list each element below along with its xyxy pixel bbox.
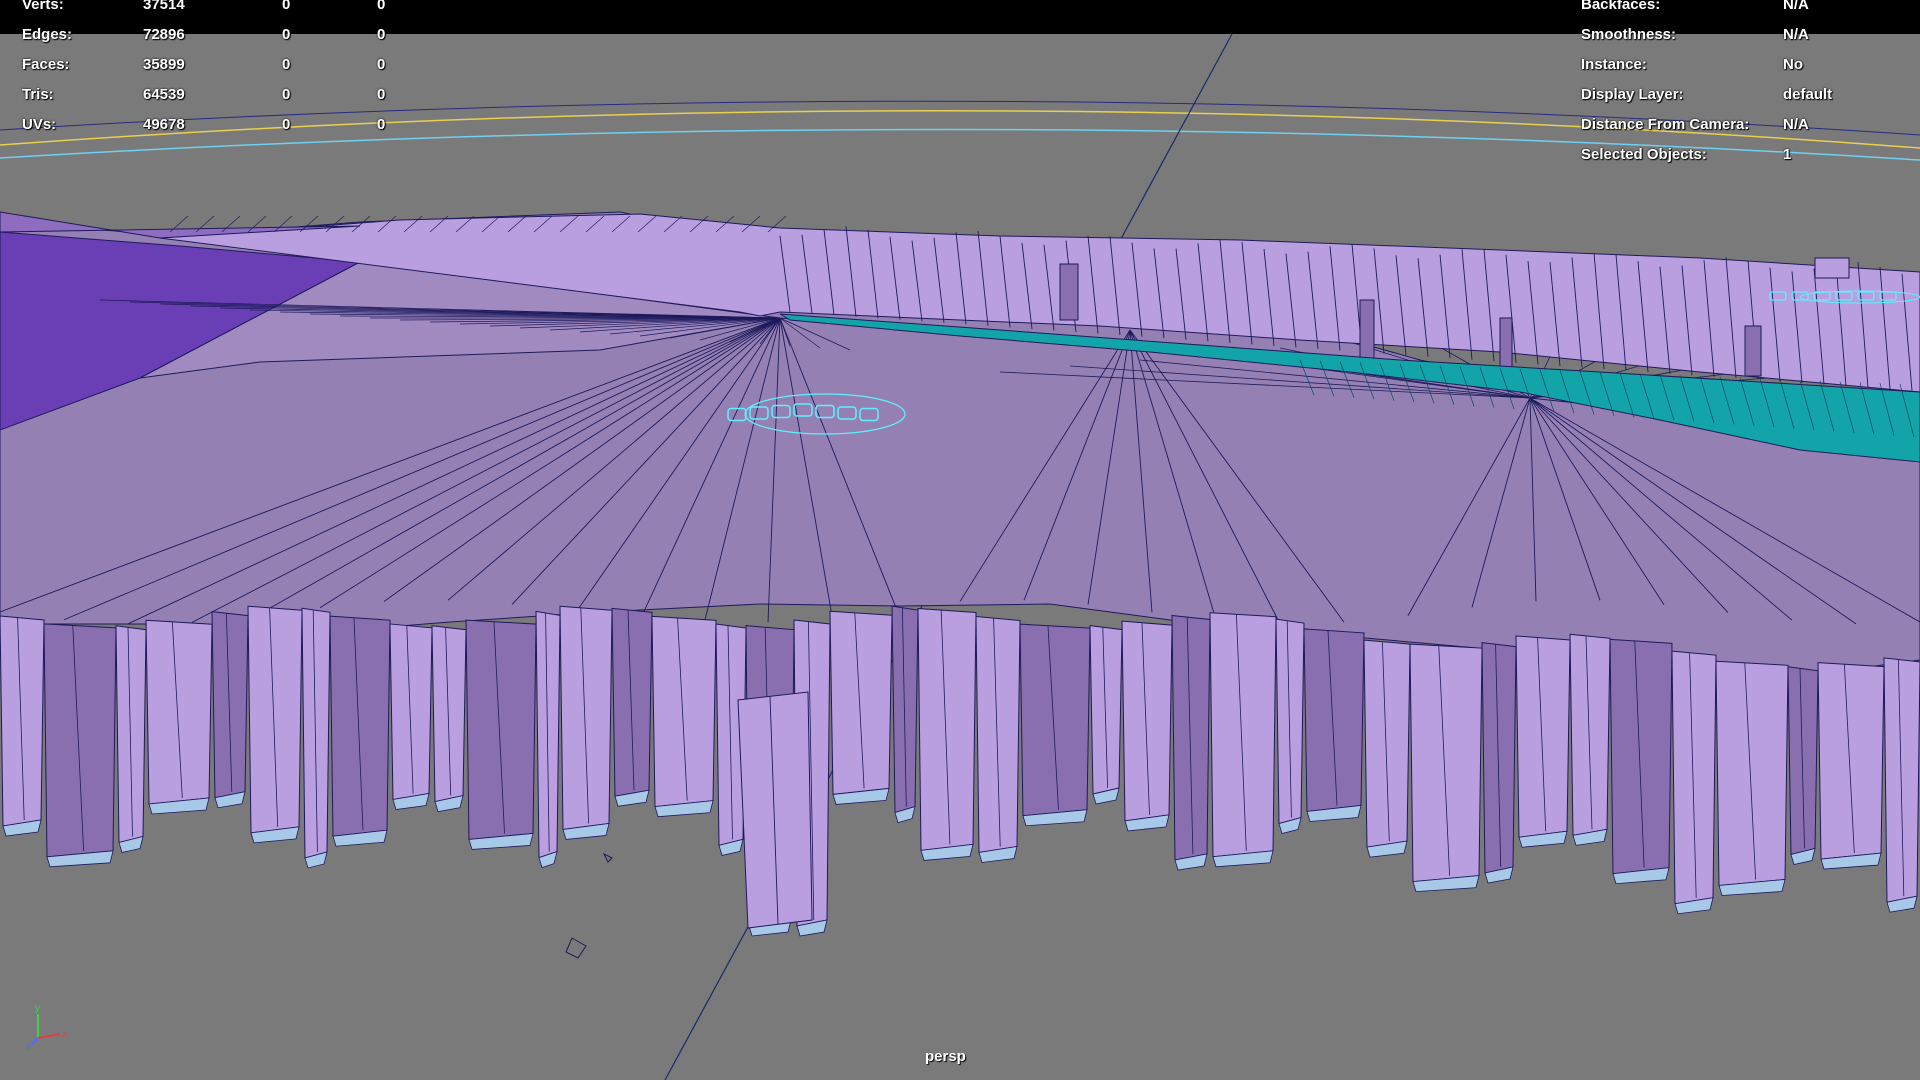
cliff-column [247, 605, 303, 834]
info-value: 1 [1783, 146, 1792, 163]
cliff-column [975, 615, 1021, 854]
stat-value: 0 [282, 116, 291, 133]
camera-name-label: persp [925, 1048, 966, 1065]
cliff-column [1209, 612, 1277, 858]
stat-label: Faces: [22, 56, 70, 73]
cliff-column [535, 610, 561, 859]
cliff-column [0, 615, 45, 827]
cliff-column [1481, 642, 1517, 874]
cliff-column [1275, 618, 1305, 825]
x-axis-line [37, 1033, 61, 1039]
z-axis-line [31, 1037, 39, 1045]
cliff-column [301, 607, 331, 859]
cliff-column [1409, 643, 1483, 883]
info-label: Selected Objects: [1581, 146, 1707, 163]
info-label: Distance From Camera: [1581, 116, 1750, 133]
stat-value: 0 [282, 0, 291, 13]
y-axis-label: y [35, 1003, 40, 1014]
cliff-column [1499, 317, 1513, 371]
stat-value: 0 [282, 86, 291, 103]
cliff-column [1787, 666, 1819, 856]
stat-value: 0 [377, 56, 386, 73]
z-axis-label: z [26, 1042, 31, 1050]
stat-value: 37514 [143, 0, 185, 13]
cliff-column [1089, 625, 1123, 795]
x-axis-label: x [62, 1029, 67, 1040]
info-value: default [1783, 86, 1833, 103]
cliff-column-tall [737, 691, 813, 929]
cliff-column [1744, 325, 1762, 377]
cliff-column [145, 619, 213, 805]
cliff-column [431, 625, 467, 803]
cliff-column [651, 615, 717, 808]
cliff-column [1121, 620, 1173, 822]
stat-value: 49678 [143, 116, 185, 133]
front-cliff-mesh[interactable] [0, 605, 1920, 959]
cliff-column [1515, 635, 1571, 838]
info-label: Smoothness: [1581, 26, 1677, 43]
poly-count-hud: Verts: 37514 0 0 Edges: 72896 0 0 Faces:… [22, 0, 402, 136]
cliff-column [1363, 639, 1411, 848]
cliff-column [389, 623, 433, 801]
stat-value: 0 [282, 26, 291, 43]
cliff-column [1019, 623, 1091, 817]
stat-value: 0 [377, 0, 386, 13]
stat-value: 35899 [143, 56, 185, 73]
cliff-column [1817, 662, 1885, 860]
stat-label: UVs: [22, 116, 57, 133]
cliff-column [1609, 638, 1673, 875]
cliff-column [1359, 299, 1375, 361]
cliff-column [1671, 650, 1717, 905]
info-label: Backfaces: [1581, 0, 1661, 13]
stat-value: 0 [377, 26, 386, 43]
stat-label: Verts: [22, 0, 64, 13]
cliff-block [1814, 257, 1850, 279]
cliff-column [115, 625, 147, 844]
stat-value: 0 [377, 116, 386, 133]
cliff-column [1171, 614, 1211, 861]
info-label: Instance: [1581, 56, 1647, 73]
stat-value: 72896 [143, 26, 185, 43]
cliff-column [43, 623, 117, 858]
info-label: Display Layer: [1581, 86, 1684, 103]
stat-label: Edges: [22, 26, 73, 43]
cliff-column [891, 605, 919, 814]
info-value: No [1783, 56, 1803, 73]
cliff-column [559, 605, 613, 831]
cliff-column [465, 619, 537, 840]
cliff-column [829, 610, 893, 795]
info-value: N/A [1783, 0, 1809, 13]
cliff-column [1303, 628, 1365, 813]
cliff-column [611, 607, 653, 797]
stat-value: 64539 [143, 86, 185, 103]
cliff-column [917, 607, 977, 851]
debris-fragment [565, 937, 587, 959]
info-value: N/A [1783, 26, 1809, 43]
debris-fragment [602, 852, 613, 863]
cliff-column [1569, 633, 1611, 836]
cliff-column [329, 615, 391, 837]
viewport-3d[interactable]: Verts: 37514 0 0 Edges: 72896 0 0 Faces:… [0, 0, 1920, 1080]
stat-value: 0 [282, 56, 291, 73]
axis-gizmo-icon: y x z [26, 1003, 67, 1050]
cliff-column [1059, 263, 1079, 321]
object-info-hud: Backfaces: N/A Smoothness: N/A Instance:… [1581, 0, 1901, 166]
info-value: N/A [1783, 116, 1809, 133]
stat-label: Tris: [22, 86, 54, 103]
cliff-column [1883, 657, 1920, 903]
stat-value: 0 [377, 86, 386, 103]
cliff-column [211, 611, 249, 799]
cliff-column [1715, 660, 1789, 887]
